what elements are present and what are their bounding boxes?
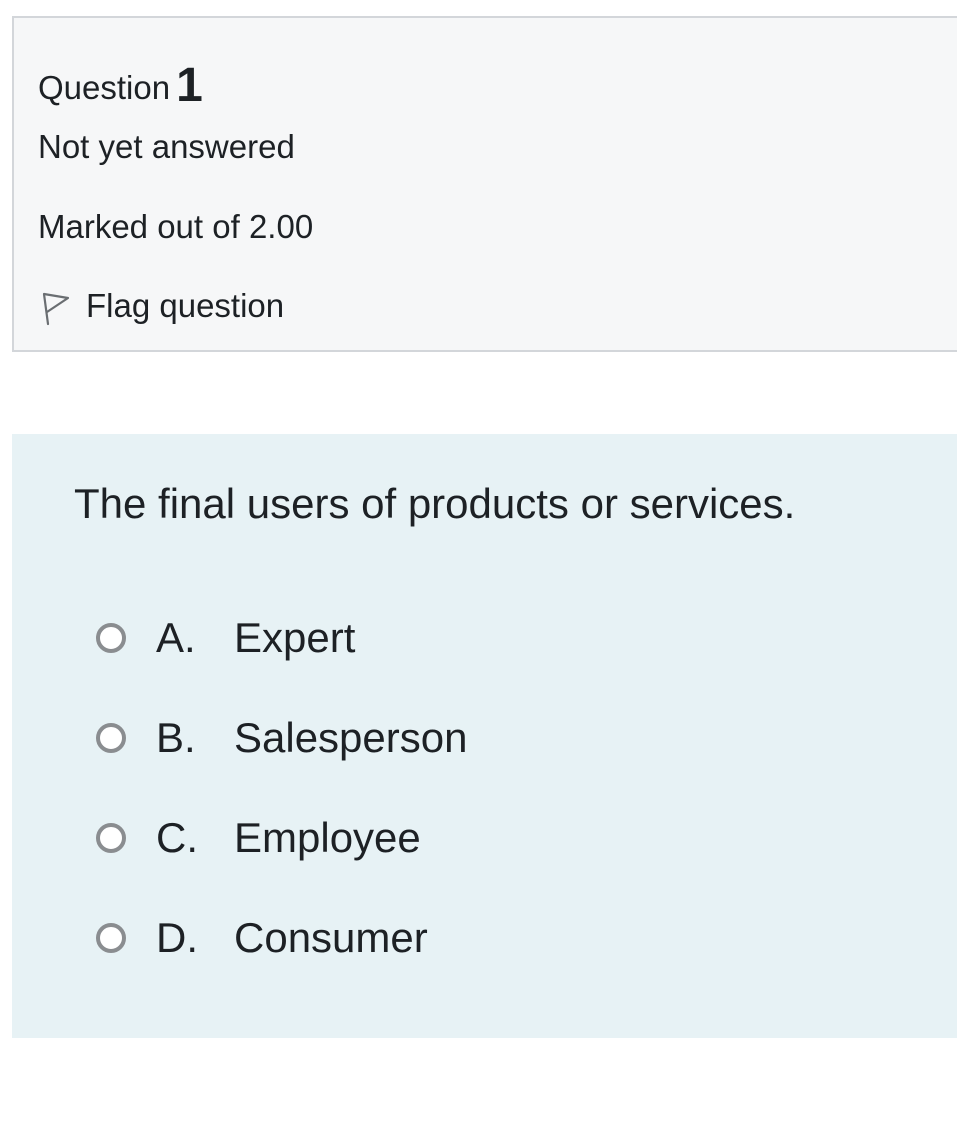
radio-unchecked-icon[interactable] xyxy=(96,823,126,853)
answer-letter: D. xyxy=(156,914,198,961)
question-number-heading: Question 1 xyxy=(38,56,203,112)
answer-label: Consumer xyxy=(234,914,428,961)
question-content-panel: The final users of products or services.… xyxy=(12,434,957,1038)
radio-unchecked-icon[interactable] xyxy=(96,923,126,953)
answer-label: Expert xyxy=(234,614,356,661)
answer-option-c[interactable]: C. Employee xyxy=(96,814,421,862)
flag-icon xyxy=(42,292,70,326)
question-text: The final users of products or services. xyxy=(74,480,796,527)
flag-question-button[interactable]: Flag question xyxy=(38,286,284,326)
answer-letter: A. xyxy=(156,614,196,661)
question-info-panel: Question 1 Not yet answered Marked out of… xyxy=(12,16,957,352)
radio-unchecked-icon[interactable] xyxy=(96,723,126,753)
answer-option-d[interactable]: D. Consumer xyxy=(96,914,428,962)
question-number: 1 xyxy=(176,59,203,112)
question-grade: Marked out of 2.00 xyxy=(38,208,314,245)
answer-label: Salesperson xyxy=(234,714,468,761)
answer-label: Employee xyxy=(234,814,421,861)
question-label: Question xyxy=(38,69,171,106)
radio-unchecked-icon[interactable] xyxy=(96,623,126,653)
question-state: Not yet answered xyxy=(38,128,295,165)
answer-letter: B. xyxy=(156,714,196,761)
answer-option-a[interactable]: A. Expert xyxy=(96,614,355,662)
answer-option-b[interactable]: B. Salesperson xyxy=(96,714,467,762)
flag-question-label: Flag question xyxy=(86,287,285,324)
answer-letter: C. xyxy=(156,814,198,861)
